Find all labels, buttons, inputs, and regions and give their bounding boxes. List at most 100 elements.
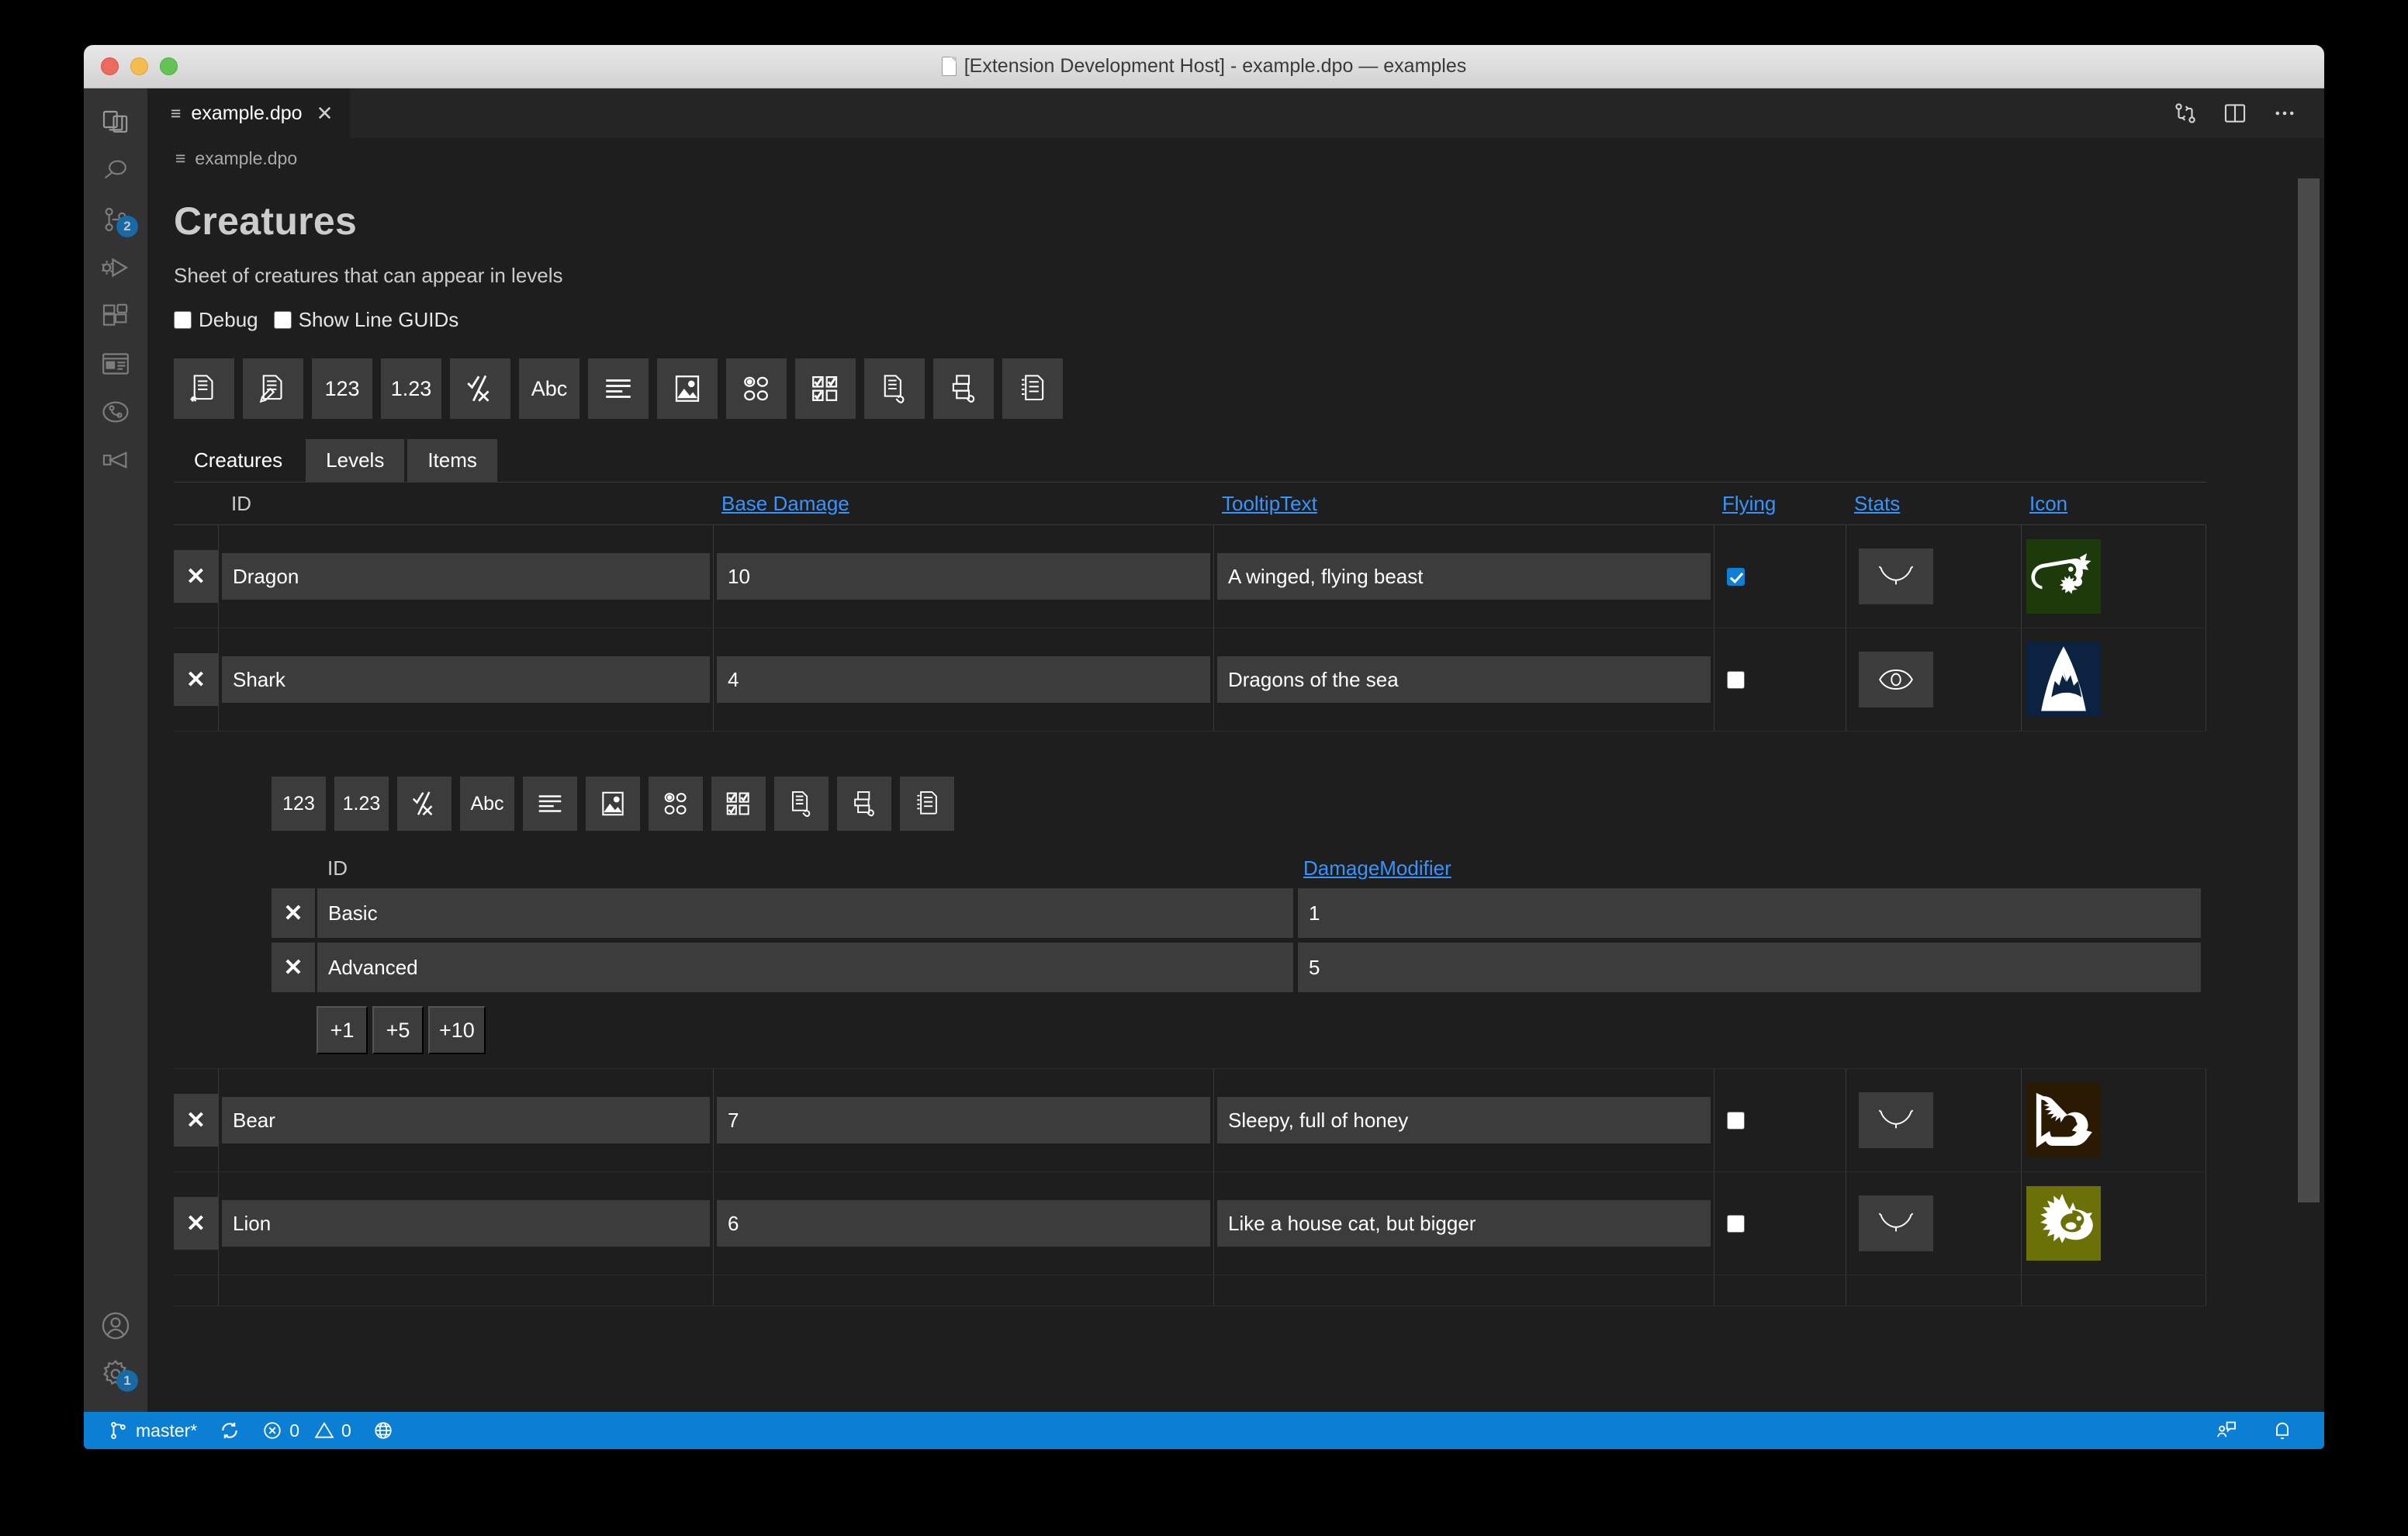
delete-row-button[interactable]: ✕ [174, 1197, 218, 1250]
status-branch[interactable]: master* [98, 1420, 208, 1441]
ref-column-button[interactable] [774, 777, 829, 831]
sidebar-item-manage-settings[interactable]: 1 [84, 1350, 147, 1398]
status-problems[interactable]: 0 0 [251, 1420, 362, 1441]
column-header-tooltiptext[interactable]: TooltipText [1214, 492, 1317, 515]
tooltip-field[interactable]: A winged, flying beast [1217, 553, 1711, 600]
base-damage-field[interactable]: 6 [717, 1200, 1210, 1247]
toggle-show-line-guids[interactable]: Show Line GUIDs [274, 308, 459, 332]
column-header-id[interactable]: ID [219, 492, 251, 515]
text-column-button[interactable]: Abc [519, 358, 580, 419]
creature-icon[interactable] [2026, 539, 2101, 614]
integer-column-button[interactable]: 123 [312, 358, 372, 419]
new-sheet-button[interactable] [174, 358, 234, 419]
tab-levels[interactable]: Levels [306, 439, 404, 482]
creature-icon[interactable] [2026, 1186, 2101, 1261]
sidebar-item-source-control[interactable]: 2 [84, 195, 147, 244]
decimal-column-button[interactable]: 1.23 [334, 777, 389, 831]
flying-checkbox[interactable] [1727, 1112, 1745, 1130]
tab-creatures[interactable]: Creatures [174, 439, 303, 482]
stats-button[interactable] [1859, 1092, 1933, 1148]
base-damage-field[interactable]: 7 [717, 1097, 1210, 1143]
delete-row-button[interactable]: ✕ [174, 1094, 218, 1147]
multiline-column-button[interactable] [588, 358, 649, 419]
list-column-button[interactable] [933, 358, 994, 419]
sidebar-item-run-and-debug[interactable] [84, 244, 147, 292]
tab-items[interactable]: Items [407, 439, 497, 482]
ellipsis-icon[interactable] [2271, 100, 2298, 126]
id-field[interactable]: Bear [222, 1097, 710, 1143]
base-damage-field[interactable]: 10 [717, 553, 1210, 600]
column-header-icon[interactable]: Icon [2022, 492, 2067, 515]
flying-checkbox[interactable] [1727, 1215, 1745, 1233]
flying-checkbox[interactable] [1727, 568, 1745, 586]
delete-row-button[interactable]: ✕ [174, 550, 218, 603]
id-field[interactable]: Dragon [222, 553, 710, 600]
status-sync[interactable] [208, 1420, 251, 1441]
scrollbar-thumb[interactable] [2298, 178, 2320, 1202]
text-column-button[interactable]: Abc [460, 777, 514, 831]
integer-column-button[interactable]: 123 [272, 777, 326, 831]
nested-modifier-field[interactable]: 1 [1298, 888, 2201, 938]
breadcrumb[interactable]: ≡ example.dpo [147, 138, 2324, 178]
delete-nested-row-button[interactable]: ✕ [272, 888, 315, 938]
sidebar-item-explorer[interactable] [84, 99, 147, 147]
flags-column-button[interactable] [711, 777, 766, 831]
add-one-button[interactable]: +1 [317, 1006, 368, 1054]
edit-sheet-button[interactable] [243, 358, 303, 419]
ref-column-button[interactable] [864, 358, 925, 419]
list-column-button[interactable] [837, 777, 891, 831]
image-column-button[interactable] [586, 777, 640, 831]
column-header-flying[interactable]: Flying [1714, 492, 1776, 515]
stats-button[interactable] [1859, 548, 1933, 604]
tooltip-field[interactable]: Like a house cat, but bigger [1217, 1200, 1711, 1247]
sidebar-item-layout-preview[interactable] [84, 340, 147, 388]
sidebar-item-graph[interactable] [84, 388, 147, 436]
id-field[interactable]: Lion [222, 1200, 710, 1247]
flying-checkbox[interactable] [1727, 671, 1745, 689]
nested-column-header-id[interactable]: ID [315, 856, 348, 880]
compare-changes-icon[interactable] [2172, 100, 2199, 126]
id-field[interactable]: Shark [222, 656, 710, 703]
status-remote[interactable] [362, 1420, 404, 1441]
creature-icon[interactable] [2026, 642, 2101, 717]
delete-row-button[interactable]: ✕ [174, 653, 218, 706]
show-line-guids-checkbox[interactable] [274, 311, 292, 329]
column-header-stats[interactable]: Stats [1846, 492, 1900, 515]
tooltip-field[interactable]: Dragons of the sea [1217, 656, 1711, 703]
decimal-column-button[interactable]: 1.23 [381, 358, 441, 419]
sublist-column-button[interactable] [900, 777, 954, 831]
toggle-debug[interactable]: Debug [174, 308, 258, 332]
stats-button[interactable] [1859, 1195, 1933, 1251]
sidebar-item-testing[interactable] [84, 436, 147, 484]
feedback-icon[interactable] [2205, 1420, 2248, 1441]
split-editor-icon[interactable] [2222, 100, 2248, 126]
multiline-column-button[interactable] [523, 777, 577, 831]
enum-column-button[interactable] [726, 358, 787, 419]
enum-column-button[interactable] [649, 777, 703, 831]
sidebar-item-search[interactable] [84, 147, 147, 195]
nested-id-field[interactable]: Advanced [317, 943, 1293, 992]
nested-id-field[interactable]: Basic [317, 888, 1293, 938]
nested-column-header-damagemodifier[interactable]: DamageModifier [1296, 856, 1451, 880]
sublist-column-button[interactable] [1002, 358, 1063, 419]
stats-button[interactable] [1859, 652, 1933, 707]
nested-modifier-field[interactable]: 5 [1298, 943, 2201, 992]
add-ten-button[interactable]: +10 [428, 1006, 486, 1054]
editor-scrollbar[interactable] [2298, 178, 2320, 1412]
bell-icon[interactable] [2261, 1420, 2304, 1441]
sidebar-item-extensions[interactable] [84, 292, 147, 340]
base-damage-field[interactable]: 4 [717, 656, 1210, 703]
flags-column-button[interactable] [795, 358, 856, 419]
delete-nested-row-button[interactable]: ✕ [272, 943, 315, 992]
image-column-button[interactable] [657, 358, 718, 419]
tooltip-field[interactable]: Sleepy, full of honey [1217, 1097, 1711, 1143]
debug-checkbox[interactable] [174, 311, 192, 329]
boolean-column-button[interactable] [397, 777, 452, 831]
sidebar-item-account[interactable] [84, 1302, 147, 1350]
add-five-button[interactable]: +5 [372, 1006, 424, 1054]
close-icon[interactable]: ✕ [317, 102, 334, 126]
tab-example-dpo[interactable]: ≡ example.dpo ✕ [147, 88, 351, 138]
boolean-column-button[interactable] [450, 358, 510, 419]
column-header-base-damage[interactable]: Base Damage [714, 492, 849, 515]
creature-icon[interactable] [2026, 1083, 2101, 1157]
